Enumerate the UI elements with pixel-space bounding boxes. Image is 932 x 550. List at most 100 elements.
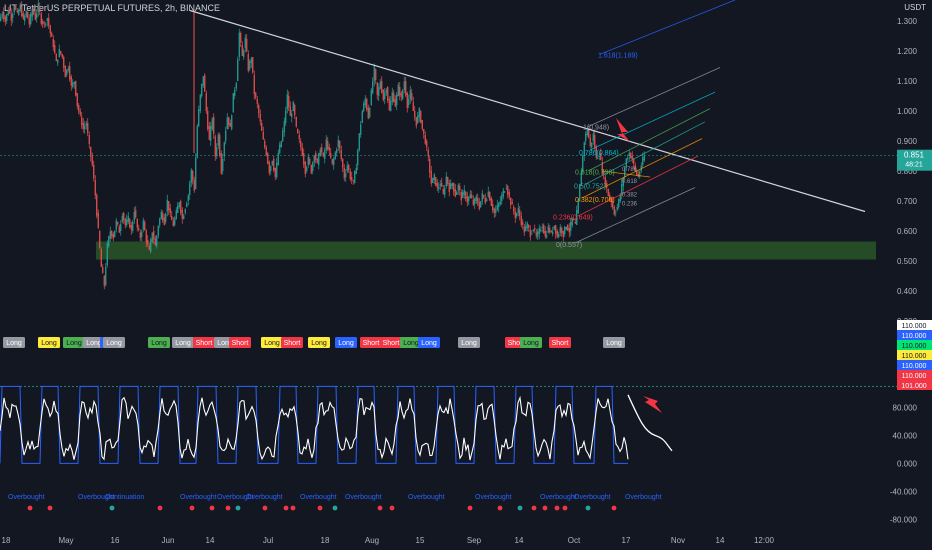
candle-body (496, 205, 498, 210)
candle-body (4, 16, 6, 22)
price-tick: 1.200 (897, 47, 918, 56)
candle-body (540, 229, 542, 231)
candle-body (592, 133, 594, 141)
candle-body (483, 195, 485, 198)
candle-body (346, 165, 348, 171)
candle-body (196, 126, 198, 158)
candle-body (28, 18, 30, 25)
candle-body (334, 152, 336, 159)
candle-body (613, 207, 615, 215)
candle-body (522, 222, 524, 225)
candle-body (252, 57, 254, 73)
candle-body (285, 110, 287, 123)
candle-body (97, 213, 99, 229)
candle-body (300, 141, 302, 148)
chart-root[interactable]: { "header": { "title": "LIT /TetherUS PE… (0, 0, 932, 550)
candle-body (76, 93, 78, 107)
candle-body (37, 3, 39, 13)
candle-body (543, 225, 545, 234)
candle-body (409, 90, 411, 99)
candle-body (166, 199, 168, 212)
candle-body (90, 147, 92, 157)
candle-body (33, 9, 35, 14)
overbought-label: Overbought (345, 494, 382, 501)
candle-body (214, 136, 216, 157)
candle-body (238, 32, 240, 57)
signal-dot (189, 505, 195, 511)
candle-body (423, 129, 425, 134)
candle-body (447, 177, 449, 184)
candle-body (205, 93, 207, 112)
time-tick: 18 (2, 536, 11, 545)
candle-body (561, 228, 563, 234)
candle-body (327, 141, 329, 150)
candle-body (235, 83, 237, 89)
candle-body (220, 153, 222, 174)
candle-body (70, 76, 72, 86)
candle-body (538, 228, 540, 234)
demand-zone (96, 241, 876, 260)
candle-body (109, 231, 111, 239)
time-tick: 14 (515, 536, 524, 545)
signal-dot (209, 505, 215, 511)
candle-body (375, 69, 377, 81)
candle-body (22, 13, 24, 19)
candle-body (204, 75, 206, 92)
candle-body (222, 158, 224, 171)
candle-body (504, 191, 506, 193)
time-tick: May (58, 536, 73, 545)
candle-body (201, 83, 203, 96)
candle-body (643, 155, 645, 161)
signal-label: Short (363, 340, 380, 347)
chart-canvas[interactable]: 1.3001.2001.1001.0000.9000.8000.7000.600… (0, 0, 932, 550)
candle-body (508, 192, 510, 198)
overbought-label: Overbought (408, 494, 445, 501)
candle-body (198, 109, 200, 126)
candle-body (376, 82, 378, 95)
candle-body (96, 195, 98, 216)
candle-body (7, 10, 9, 15)
candle-body (420, 111, 422, 123)
price-tick: 0.600 (897, 227, 918, 236)
candle-body (564, 226, 566, 234)
osc-value-label: 110.000 (902, 343, 927, 350)
candle-body (219, 135, 221, 156)
candle-body (492, 204, 494, 211)
candle-body (370, 90, 372, 105)
candle-body (157, 226, 159, 236)
candle-body (358, 133, 360, 150)
fib-level-label: 1(0.948) (583, 125, 609, 132)
signal-dot (467, 505, 473, 511)
candle-body (13, 7, 15, 12)
candle-body (364, 98, 366, 105)
candle-body (531, 233, 533, 235)
candle-body (555, 225, 557, 234)
candle-body (465, 192, 467, 199)
candle-body (432, 177, 434, 183)
candle-body (562, 231, 564, 237)
candle-body (484, 198, 486, 203)
candle-body (445, 176, 447, 186)
candle-body (240, 33, 242, 43)
candle-body (381, 81, 383, 93)
signal-label: Long (403, 340, 419, 347)
candle-body (45, 23, 47, 25)
candle-body (106, 243, 108, 266)
candle-body (169, 208, 171, 214)
candle-body (322, 153, 324, 157)
candle-body (310, 165, 312, 174)
candle-body (639, 171, 641, 177)
candle-body (163, 217, 165, 225)
candle-body (25, 11, 27, 17)
signal-label: Long (175, 340, 191, 347)
candle-body (478, 202, 480, 210)
candle-body (570, 222, 572, 231)
candle-body (162, 213, 164, 221)
candle-body (312, 162, 314, 171)
signal-label: Short (552, 340, 569, 347)
fib-small-label: 0.236 (622, 202, 638, 208)
candle-body (81, 117, 83, 126)
candle-body (135, 210, 137, 218)
time-tick: Jun (162, 536, 175, 545)
candle-body (547, 226, 549, 233)
